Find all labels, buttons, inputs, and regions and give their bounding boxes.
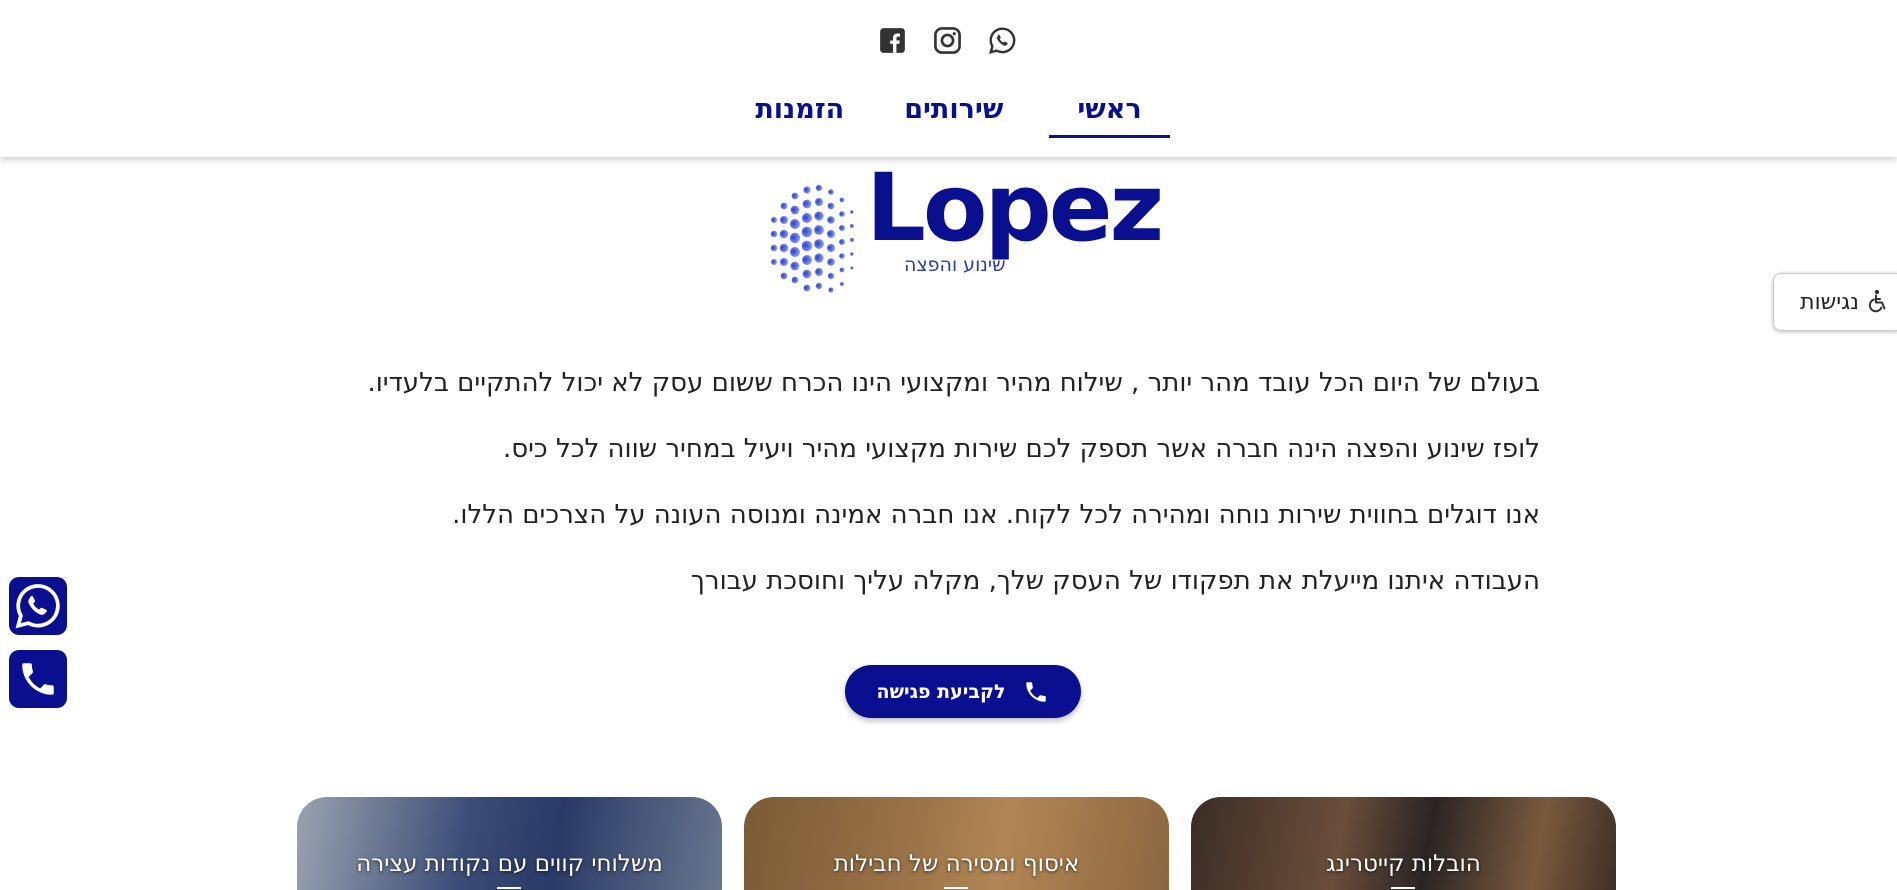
intro-paragraph: העבודה איתנו מייעלת את תפקודו של העסק של… [690, 566, 1540, 596]
floating-phone-button[interactable] [9, 650, 67, 708]
instagram-icon[interactable] [933, 26, 962, 55]
service-card-title: הובלות קייטרינג [1326, 851, 1481, 877]
site-header: ראשי שירותים הזמנות [0, 0, 1897, 157]
phone-icon [22, 663, 54, 695]
floating-whatsapp-button[interactable] [9, 577, 67, 635]
main-nav: ראשי שירותים הזמנות [0, 92, 1897, 138]
whatsapp-icon [15, 584, 60, 629]
phone-icon [1026, 681, 1047, 702]
globe-dots-icon [770, 184, 854, 293]
brand-logo: Lopez שינוע והפצה [760, 162, 1164, 308]
social-links [878, 26, 1017, 55]
nav-tab-services[interactable]: שירותים [876, 92, 1031, 137]
service-card-parcels[interactable]: איסוף ומסירה של חבילות [744, 797, 1169, 890]
service-card-route-deliveries[interactable]: משלוחי קווים עם נקודות עצירה [297, 797, 722, 890]
nav-tab-orders[interactable]: הזמנות [727, 92, 872, 137]
intro-text: בעולם של היום הכל עובד מהר יותר , שילוח … [240, 362, 1540, 626]
intro-paragraph: אנו דוגלים בחווית שירות נוחה ומהירה לכל … [452, 500, 1540, 530]
facebook-icon[interactable] [878, 26, 907, 55]
title-underline [944, 887, 968, 889]
logo-subtitle: שינוע והפצה [904, 254, 1006, 276]
title-underline [497, 887, 521, 889]
intro-paragraph: לופז שינוע והפצה הינה חברה אשר תספק לכם … [502, 434, 1540, 464]
logo-wordmark: Lopez [866, 154, 1164, 263]
schedule-meeting-label: לקביעת פגישה [876, 680, 1006, 703]
service-card-catering[interactable]: הובלות קייטרינג [1191, 797, 1616, 890]
wheelchair-icon [1868, 289, 1886, 313]
accessibility-button[interactable]: נגישות [1773, 273, 1897, 331]
schedule-meeting-button[interactable]: לקביעת פגישה [845, 665, 1081, 718]
nav-tab-home[interactable]: ראשי [1049, 92, 1171, 138]
title-underline [1391, 887, 1415, 889]
service-card-title: משלוחי קווים עם נקודות עצירה [356, 851, 663, 877]
intro-paragraph: בעולם של היום הכל עובד מהר יותר , שילוח … [367, 368, 1540, 398]
service-card-title: איסוף ומסירה של חבילות [833, 851, 1080, 877]
whatsapp-icon[interactable] [988, 26, 1017, 55]
accessibility-label: נגישות [1800, 289, 1859, 315]
